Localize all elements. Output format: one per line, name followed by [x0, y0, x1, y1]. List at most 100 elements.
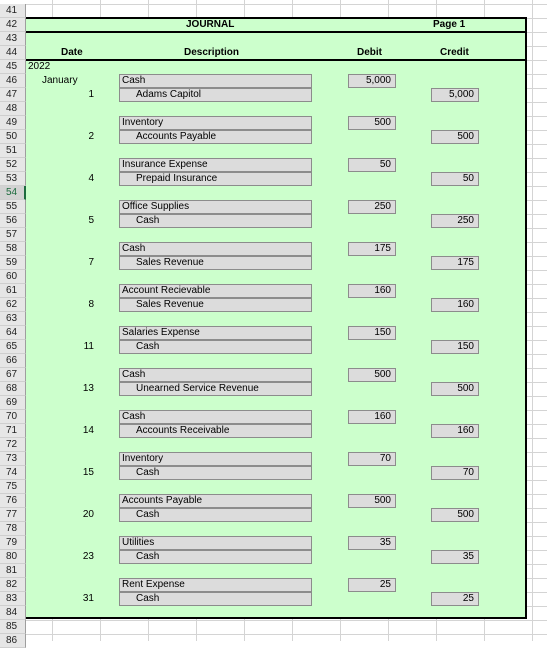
debit-account-field[interactable]: Cash	[119, 368, 312, 382]
credit-account-field[interactable]: Sales Revenue	[119, 298, 312, 312]
row-header[interactable]: 67	[0, 368, 26, 382]
row-header[interactable]: 81	[0, 564, 26, 578]
debit-account-field[interactable]: Insurance Expense	[119, 158, 312, 172]
debit-amount-field[interactable]: 160	[348, 284, 396, 298]
row-header[interactable]: 42	[0, 18, 26, 32]
credit-amount-field[interactable]: 250	[431, 214, 479, 228]
row-header[interactable]: 78	[0, 522, 26, 536]
row-header[interactable]: 57	[0, 228, 26, 242]
row-header[interactable]: 74	[0, 466, 26, 480]
row-header[interactable]: 58	[0, 242, 26, 256]
row-header[interactable]: 49	[0, 116, 26, 130]
row-header[interactable]: 71	[0, 424, 26, 438]
credit-amount-field[interactable]: 70	[431, 466, 479, 480]
debit-account-field[interactable]: Cash	[119, 242, 312, 256]
row-header[interactable]: 41	[0, 4, 26, 18]
debit-account-field[interactable]: Cash	[119, 410, 312, 424]
row-header[interactable]: 48	[0, 102, 26, 116]
credit-account-field[interactable]: Cash	[119, 592, 312, 606]
entry-day[interactable]: 5	[40, 214, 94, 228]
credit-account-field[interactable]: Cash	[119, 508, 312, 522]
row-header[interactable]: 45	[0, 60, 26, 74]
debit-amount-field[interactable]: 160	[348, 410, 396, 424]
debit-amount-field[interactable]: 500	[348, 116, 396, 130]
credit-amount-field[interactable]: 160	[431, 298, 479, 312]
debit-amount-field[interactable]: 175	[348, 242, 396, 256]
row-header[interactable]: 82	[0, 578, 26, 592]
entry-day[interactable]: 31	[40, 592, 94, 606]
credit-amount-field[interactable]: 5,000	[431, 88, 479, 102]
row-header[interactable]: 80	[0, 550, 26, 564]
entry-day[interactable]: 2	[40, 130, 94, 144]
row-header[interactable]: 55	[0, 200, 26, 214]
row-header[interactable]: 64	[0, 326, 26, 340]
debit-amount-field[interactable]: 250	[348, 200, 396, 214]
credit-account-field[interactable]: Unearned Service Revenue	[119, 382, 312, 396]
credit-account-field[interactable]: Cash	[119, 466, 312, 480]
row-header[interactable]: 43	[0, 32, 26, 46]
row-header[interactable]: 54	[0, 186, 26, 200]
credit-account-field[interactable]: Accounts Receivable	[119, 424, 312, 438]
row-header[interactable]: 53	[0, 172, 26, 186]
month-cell[interactable]: January	[42, 74, 78, 88]
entry-day[interactable]: 1	[40, 88, 94, 102]
entry-day[interactable]: 23	[40, 550, 94, 564]
row-header[interactable]: 59	[0, 256, 26, 270]
row-header[interactable]: 68	[0, 382, 26, 396]
debit-amount-field[interactable]: 50	[348, 158, 396, 172]
credit-account-field[interactable]: Sales Revenue	[119, 256, 312, 270]
credit-account-field[interactable]: Cash	[119, 340, 312, 354]
debit-account-field[interactable]: Inventory	[119, 116, 312, 130]
row-header[interactable]: 73	[0, 452, 26, 466]
debit-amount-field[interactable]: 25	[348, 578, 396, 592]
credit-amount-field[interactable]: 150	[431, 340, 479, 354]
row-header[interactable]: 65	[0, 340, 26, 354]
debit-amount-field[interactable]: 150	[348, 326, 396, 340]
credit-account-field[interactable]: Adams Capitol	[119, 88, 312, 102]
entry-day[interactable]: 4	[40, 172, 94, 186]
credit-amount-field[interactable]: 35	[431, 550, 479, 564]
row-header[interactable]: 84	[0, 606, 26, 620]
entry-day[interactable]: 7	[40, 256, 94, 270]
row-header[interactable]: 70	[0, 410, 26, 424]
entry-day[interactable]: 14	[40, 424, 94, 438]
entry-day[interactable]: 20	[40, 508, 94, 522]
credit-amount-field[interactable]: 500	[431, 508, 479, 522]
debit-account-field[interactable]: Account Recievable	[119, 284, 312, 298]
credit-account-field[interactable]: Cash	[119, 214, 312, 228]
debit-amount-field[interactable]: 5,000	[348, 74, 396, 88]
row-header[interactable]: 83	[0, 592, 26, 606]
debit-account-field[interactable]: Inventory	[119, 452, 312, 466]
debit-amount-field[interactable]: 500	[348, 368, 396, 382]
year-cell[interactable]: 2022	[28, 60, 50, 74]
row-header[interactable]: 85	[0, 620, 26, 634]
entry-day[interactable]: 13	[40, 382, 94, 396]
credit-amount-field[interactable]: 50	[431, 172, 479, 186]
row-header[interactable]: 72	[0, 438, 26, 452]
row-header[interactable]: 77	[0, 508, 26, 522]
credit-amount-field[interactable]: 25	[431, 592, 479, 606]
credit-amount-field[interactable]: 500	[431, 130, 479, 144]
row-header[interactable]: 75	[0, 480, 26, 494]
row-header[interactable]: 79	[0, 536, 26, 550]
row-header[interactable]: 62	[0, 298, 26, 312]
debit-account-field[interactable]: Rent Expense	[119, 578, 312, 592]
row-header[interactable]: 76	[0, 494, 26, 508]
debit-account-field[interactable]: Salaries Expense	[119, 326, 312, 340]
row-header[interactable]: 60	[0, 270, 26, 284]
debit-account-field[interactable]: Office Supplies	[119, 200, 312, 214]
row-header[interactable]: 69	[0, 396, 26, 410]
entry-day[interactable]: 11	[40, 340, 94, 354]
row-header[interactable]: 66	[0, 354, 26, 368]
debit-account-field[interactable]: Utilities	[119, 536, 312, 550]
row-header[interactable]: 63	[0, 312, 26, 326]
entry-day[interactable]: 8	[40, 298, 94, 312]
credit-account-field[interactable]: Accounts Payable	[119, 130, 312, 144]
credit-account-field[interactable]: Prepaid Insurance	[119, 172, 312, 186]
row-header[interactable]: 47	[0, 88, 26, 102]
credit-amount-field[interactable]: 175	[431, 256, 479, 270]
credit-amount-field[interactable]: 500	[431, 382, 479, 396]
row-header[interactable]: 56	[0, 214, 26, 228]
debit-account-field[interactable]: Cash	[119, 74, 312, 88]
credit-account-field[interactable]: Cash	[119, 550, 312, 564]
